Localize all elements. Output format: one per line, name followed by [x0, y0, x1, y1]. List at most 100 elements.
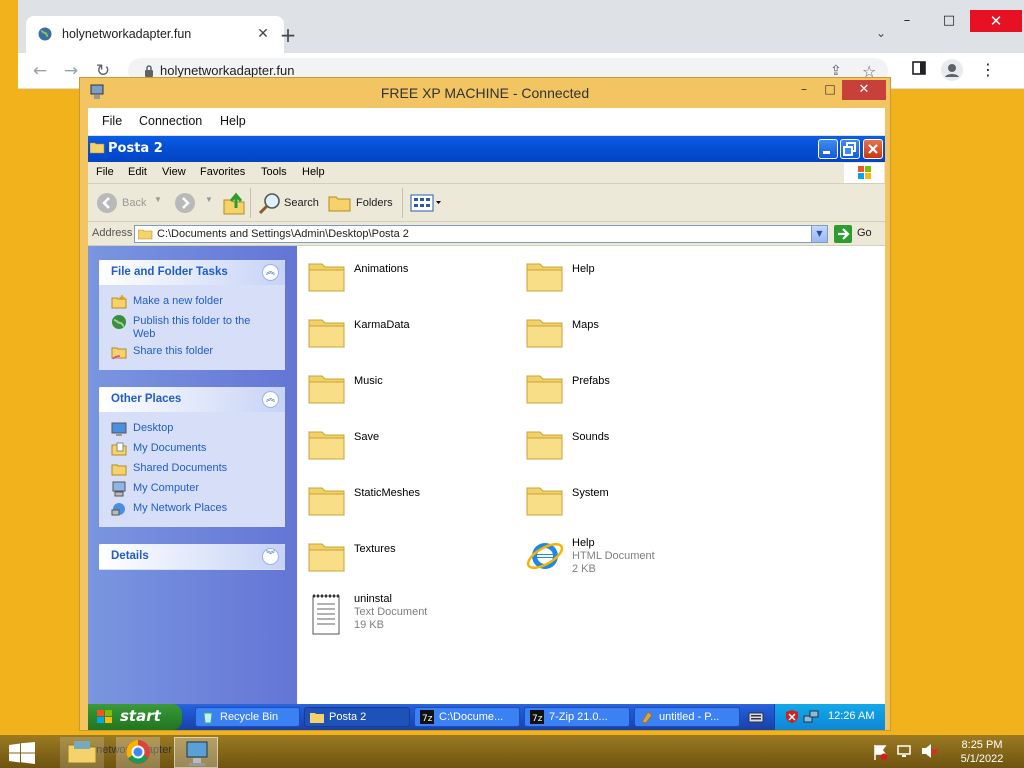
- explorer-title: Posta 2: [108, 141, 163, 156]
- file-item[interactable]: Help HTML Document 2 KB: [525, 534, 735, 582]
- browser-tab[interactable]: holynetworkadapter.fun ✕: [26, 16, 284, 53]
- file-name: Help: [572, 537, 595, 549]
- search-icon[interactable]: [258, 192, 282, 216]
- file-explorer-icon[interactable]: [60, 737, 104, 768]
- start-button[interactable]: start: [88, 704, 182, 730]
- rdp-minimize-button[interactable]: –: [792, 82, 816, 100]
- place-label: My Network Places: [133, 502, 228, 514]
- network-tray-icon[interactable]: [896, 743, 914, 759]
- xp-close-button[interactable]: [863, 139, 883, 159]
- tab-search-icon[interactable]: ⌄: [876, 26, 886, 40]
- new-folder-icon: [111, 294, 127, 310]
- panel-header[interactable]: Details ︾: [99, 544, 285, 569]
- task-label: Share this folder: [133, 345, 214, 357]
- search-label[interactable]: Search: [284, 197, 319, 209]
- back-label: Back: [122, 197, 147, 209]
- file-item[interactable]: uninstal Text Document 19 KB: [307, 590, 517, 638]
- menu-dots-icon[interactable]: ⋮: [980, 60, 996, 79]
- folder-item[interactable]: Animations: [307, 254, 517, 302]
- taskbar-paint[interactable]: untitled - P...: [634, 707, 740, 727]
- folder-icon: [310, 710, 324, 724]
- folder-item[interactable]: Sounds: [525, 422, 735, 470]
- folder-item[interactable]: Textures: [307, 534, 517, 582]
- folder-icon: [138, 228, 153, 240]
- menu-help[interactable]: Help: [302, 166, 325, 178]
- file-name: Save: [354, 431, 380, 443]
- folder-item[interactable]: KarmaData: [307, 310, 517, 358]
- menu-file[interactable]: File: [96, 166, 114, 178]
- taskbar-docs-folder[interactable]: 7z C:\Docume...: [414, 707, 520, 727]
- rdp-maximize-button[interactable]: □: [818, 82, 842, 100]
- go-label[interactable]: Go: [857, 227, 872, 239]
- collapse-chevron-icon[interactable]: ︽: [262, 264, 279, 281]
- taskbar-7zip[interactable]: 7z 7-Zip 21.0...: [524, 707, 630, 727]
- folders-label[interactable]: Folders: [356, 197, 393, 209]
- folder-item[interactable]: Music: [307, 366, 517, 414]
- folder-icon: [525, 368, 565, 408]
- close-tab-icon[interactable]: ✕: [252, 23, 274, 45]
- rdp-title-text: FREE XP MACHINE - Connected: [380, 85, 590, 101]
- panel-header[interactable]: Other Places ︽: [99, 387, 285, 412]
- file-name: StaticMeshes: [354, 487, 421, 499]
- tab-strip: holynetworkadapter.fun ✕ + ⌄ – □ ✕: [18, 0, 1024, 53]
- folder-item[interactable]: System: [525, 478, 735, 526]
- maximize-button[interactable]: □: [932, 10, 966, 32]
- xp-restore-button[interactable]: [840, 139, 860, 159]
- address-input[interactable]: C:\Documents and Settings\Admin\Desktop\…: [134, 225, 828, 243]
- back-dropdown-icon[interactable]: ▼: [154, 195, 162, 204]
- xp-minimize-button[interactable]: [818, 139, 838, 159]
- collapse-chevron-icon[interactable]: ︽: [262, 391, 279, 408]
- folder-icon: [90, 141, 105, 154]
- panel-header[interactable]: File and Folder Tasks ︽: [99, 260, 285, 285]
- menu-tools[interactable]: Tools: [261, 166, 287, 178]
- network-tray-icon[interactable]: [803, 709, 819, 724]
- minimize-button[interactable]: –: [890, 10, 924, 32]
- action-center-flag-icon[interactable]: [872, 743, 888, 761]
- menu-edit[interactable]: Edit: [128, 166, 147, 178]
- folder-item[interactable]: Maps: [525, 310, 735, 358]
- folder-item[interactable]: Help: [525, 254, 735, 302]
- speaker-muted-icon[interactable]: [920, 743, 938, 759]
- internet-explorer-icon: [525, 536, 565, 576]
- windows-start-icon[interactable]: [8, 742, 36, 764]
- file-name: Prefabs: [572, 375, 610, 387]
- menu-favorites[interactable]: Favorites: [200, 166, 245, 178]
- keyboard-icon[interactable]: [748, 710, 764, 724]
- back-arrow-icon[interactable]: ←: [27, 59, 53, 83]
- tab-title: holynetworkadapter.fun: [62, 27, 192, 41]
- chrome-icon[interactable]: [116, 737, 160, 768]
- taskbar-posta2[interactable]: Posta 2: [304, 707, 410, 727]
- new-tab-button[interactable]: +: [276, 24, 300, 48]
- views-icon[interactable]: [410, 194, 442, 212]
- toolbar-separator: [402, 188, 403, 218]
- expand-chevron-icon[interactable]: ︾: [262, 548, 279, 565]
- rdp-menu-connection[interactable]: Connection: [139, 114, 202, 128]
- host-clock[interactable]: 8:25 PM 5/1/2022: [950, 738, 1014, 766]
- forward-dropdown-icon[interactable]: ▼: [205, 195, 213, 204]
- menu-view[interactable]: View: [162, 166, 186, 178]
- taskbar-recycle-bin[interactable]: Recycle Bin: [195, 707, 300, 727]
- up-folder-icon[interactable]: [222, 190, 246, 216]
- folder-item[interactable]: Save: [307, 422, 517, 470]
- lock-icon: [144, 65, 154, 77]
- rdp-menu-file[interactable]: File: [102, 114, 122, 128]
- file-size: 2 KB: [572, 563, 596, 575]
- rdp-menu-help[interactable]: Help: [220, 114, 246, 128]
- file-type: Text Document: [354, 606, 428, 618]
- remote-desktop-icon[interactable]: [174, 737, 218, 768]
- file-size: 19 KB: [354, 619, 384, 631]
- back-button[interactable]: [96, 192, 118, 214]
- folders-icon[interactable]: [328, 193, 352, 213]
- folder-item[interactable]: Prefabs: [525, 366, 735, 414]
- close-window-button[interactable]: ✕: [970, 10, 1022, 32]
- profile-avatar-icon[interactable]: [941, 59, 963, 81]
- forward-button[interactable]: [174, 192, 196, 214]
- folder-item[interactable]: StaticMeshes: [307, 478, 517, 526]
- address-bar-row: Address C:\Documents and Settings\Admin\…: [88, 222, 885, 246]
- security-shield-icon[interactable]: [785, 709, 799, 724]
- side-panel-icon[interactable]: [912, 61, 926, 75]
- rdp-close-button[interactable]: ✕: [842, 80, 886, 100]
- address-dropdown-icon[interactable]: ▼: [811, 226, 827, 242]
- go-arrow-icon[interactable]: [834, 225, 852, 243]
- place-label: My Documents: [133, 442, 207, 454]
